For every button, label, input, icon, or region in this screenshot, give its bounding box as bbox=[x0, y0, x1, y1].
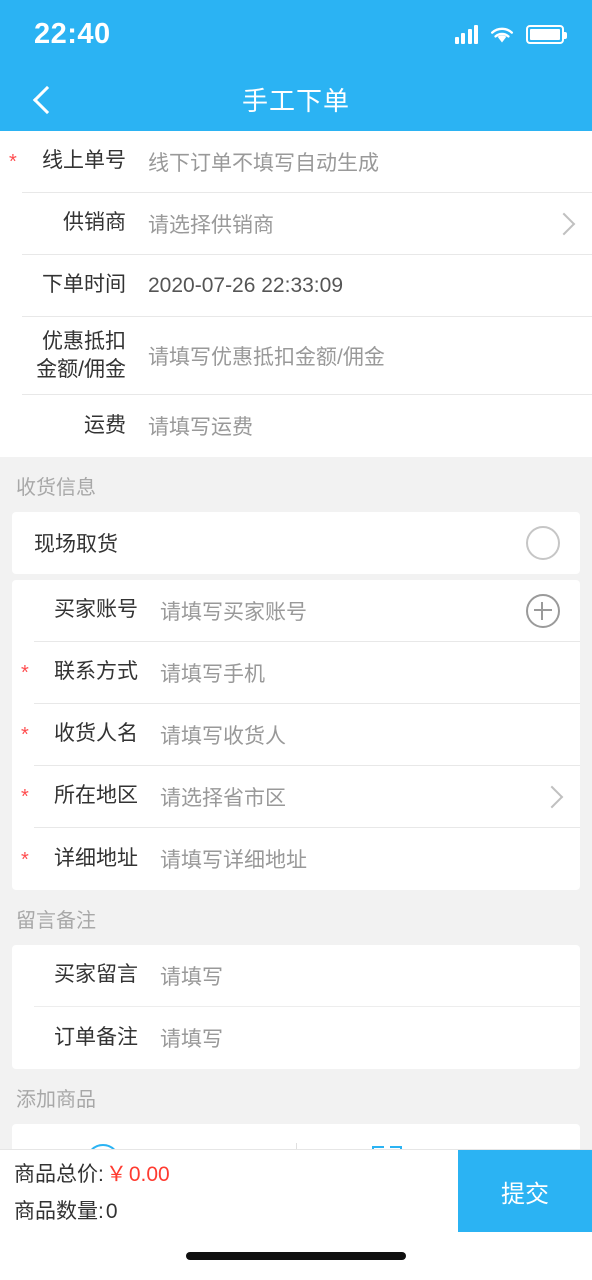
chevron-right-icon bbox=[540, 785, 564, 808]
field-label: 供销商 bbox=[22, 209, 130, 237]
row-online-order-no[interactable]: * 线上单号 线下订单不填写自动生成 bbox=[9, 131, 592, 193]
field-label: * 联系方式 bbox=[21, 658, 142, 686]
remarks-card: 买家留言 请填写 订单备注 请填写 bbox=[12, 945, 580, 1069]
order-time-value[interactable]: 2020-07-26 22:33:09 bbox=[130, 274, 572, 298]
home-indicator-area bbox=[0, 1232, 592, 1280]
manual-add-button[interactable]: 手动添加 bbox=[12, 1124, 296, 1149]
onsite-pickup-label: 现场取货 bbox=[34, 533, 118, 556]
section-title-remarks: 留言备注 bbox=[0, 890, 592, 945]
total-price-label: 商品总价: bbox=[14, 1162, 104, 1186]
back-button[interactable] bbox=[24, 68, 70, 131]
label-text: 详细地址 bbox=[54, 846, 138, 870]
total-price-row: 商品总价: ￥ 0.00 bbox=[14, 1158, 458, 1188]
status-time: 22:40 bbox=[34, 17, 111, 50]
field-label: 订单备注 bbox=[34, 1024, 142, 1052]
field-label: 优惠抵扣金额/佣金 bbox=[22, 328, 130, 383]
add-product-bar: 手动添加 扫码添加 bbox=[12, 1124, 580, 1149]
field-label: * 所在地区 bbox=[21, 782, 142, 810]
label-text: 优惠抵扣金额/佣金 bbox=[36, 330, 126, 381]
label-text: 买家留言 bbox=[54, 963, 138, 987]
field-label: 下单时间 bbox=[22, 271, 130, 299]
total-price-value: 0.00 bbox=[128, 1162, 170, 1186]
signal-icon bbox=[454, 24, 478, 44]
scroll-content[interactable]: * 线上单号 线下订单不填写自动生成 供销商 请选择供销商 下单时间 2020-… bbox=[0, 131, 592, 1149]
contact-phone-input[interactable]: 请填写手机 bbox=[142, 658, 560, 688]
submit-button[interactable]: 提交 bbox=[458, 1150, 592, 1232]
battery-icon bbox=[526, 24, 567, 44]
status-bar: 22:40 bbox=[0, 0, 592, 68]
page-title: 手工下单 bbox=[241, 86, 350, 116]
supplier-select[interactable]: 请选择供销商 bbox=[130, 209, 548, 239]
field-label: 买家账号 bbox=[34, 596, 142, 624]
buyer-account-input[interactable]: 请填写买家账号 bbox=[142, 596, 526, 626]
row-order-remark[interactable]: 订单备注 请填写 bbox=[34, 1007, 580, 1069]
totals-area: 商品总价: ￥ 0.00 商品数量: 0 bbox=[0, 1150, 458, 1232]
row-buyer-account[interactable]: 买家账号 请填写买家账号 bbox=[34, 580, 580, 642]
label-text: 收货人名 bbox=[54, 722, 138, 746]
onsite-pickup-radio[interactable] bbox=[526, 526, 560, 560]
home-indicator[interactable] bbox=[186, 1252, 406, 1260]
label-text: 联系方式 bbox=[54, 660, 138, 684]
row-freight[interactable]: 运费 请填写运费 bbox=[22, 395, 592, 457]
row-region[interactable]: * 所在地区 请选择省市区 bbox=[21, 766, 580, 828]
scan-add-button[interactable]: 扫码添加 bbox=[297, 1124, 581, 1149]
online-order-no-input[interactable]: 线下订单不填写自动生成 bbox=[130, 147, 572, 177]
row-buyer-message[interactable]: 买家留言 请填写 bbox=[34, 945, 580, 1007]
label-text: 线上单号 bbox=[42, 149, 126, 173]
total-qty-label: 商品数量: bbox=[14, 1199, 104, 1223]
required-marker: * bbox=[21, 662, 29, 685]
nav-bar: 手工下单 bbox=[0, 68, 592, 131]
order-info-card: * 线上单号 线下订单不填写自动生成 供销商 请选择供销商 下单时间 2020-… bbox=[0, 131, 592, 457]
shipping-card: 买家账号 请填写买家账号 * 联系方式 请填写手机 * 收货人名 请填写收货人 bbox=[12, 580, 580, 890]
row-contact-phone[interactable]: * 联系方式 请填写手机 bbox=[21, 642, 580, 704]
region-select[interactable]: 请选择省市区 bbox=[142, 782, 536, 812]
required-marker: * bbox=[21, 724, 29, 747]
label-text: 买家账号 bbox=[54, 598, 138, 622]
label-text: 运费 bbox=[84, 413, 126, 437]
required-marker: * bbox=[21, 848, 29, 871]
field-label: * 线上单号 bbox=[9, 147, 130, 175]
add-buyer-icon[interactable] bbox=[526, 593, 560, 628]
wifi-icon bbox=[489, 25, 515, 44]
discount-commission-input[interactable]: 请填写优惠抵扣金额/佣金 bbox=[130, 341, 572, 371]
receiver-name-input[interactable]: 请填写收货人 bbox=[142, 720, 560, 750]
row-receiver-name[interactable]: * 收货人名 请填写收货人 bbox=[21, 704, 580, 766]
row-detail-address[interactable]: * 详细地址 请填写详细地址 bbox=[21, 828, 580, 890]
total-qty-value: 0 bbox=[105, 1199, 118, 1223]
currency-symbol: ￥ bbox=[105, 1162, 127, 1186]
detail-address-input[interactable]: 请填写详细地址 bbox=[142, 844, 560, 874]
label-text: 所在地区 bbox=[54, 784, 138, 808]
section-title-products: 添加商品 bbox=[0, 1069, 592, 1124]
row-supplier[interactable]: 供销商 请选择供销商 bbox=[22, 193, 592, 255]
field-label: * 收货人名 bbox=[21, 720, 142, 748]
label-text: 供销商 bbox=[63, 211, 126, 235]
field-label: 买家留言 bbox=[34, 961, 142, 989]
row-order-time[interactable]: 下单时间 2020-07-26 22:33:09 bbox=[22, 255, 592, 317]
label-text: 下单时间 bbox=[42, 273, 126, 297]
total-qty-row: 商品数量: 0 bbox=[14, 1195, 458, 1225]
row-onsite-pickup[interactable]: 现场取货 bbox=[34, 512, 580, 574]
scan-code-icon bbox=[372, 1146, 403, 1149]
row-discount-commission[interactable]: 优惠抵扣金额/佣金 请填写优惠抵扣金额/佣金 bbox=[22, 317, 592, 395]
chevron-right-icon bbox=[552, 212, 576, 235]
label-text: 订单备注 bbox=[54, 1025, 138, 1049]
app-screen: 22:40 手工下单 * 线上单号 线下订单不填写自动生成 供销商 请选择供销商… bbox=[0, 0, 592, 1280]
pickup-card: 现场取货 bbox=[12, 512, 580, 574]
freight-input[interactable]: 请填写运费 bbox=[130, 411, 572, 441]
buyer-message-input[interactable]: 请填写 bbox=[142, 961, 560, 991]
plus-circle-icon bbox=[85, 1144, 120, 1149]
order-remark-input[interactable]: 请填写 bbox=[142, 1023, 560, 1053]
chevron-left-icon bbox=[32, 85, 62, 114]
required-marker: * bbox=[21, 786, 29, 809]
field-label: 运费 bbox=[22, 412, 130, 440]
bottom-bar: 商品总价: ￥ 0.00 商品数量: 0 提交 bbox=[0, 1149, 592, 1232]
field-label: * 详细地址 bbox=[21, 845, 142, 873]
required-marker: * bbox=[9, 151, 17, 174]
section-title-shipping: 收货信息 bbox=[0, 457, 592, 512]
status-icons bbox=[454, 24, 567, 44]
